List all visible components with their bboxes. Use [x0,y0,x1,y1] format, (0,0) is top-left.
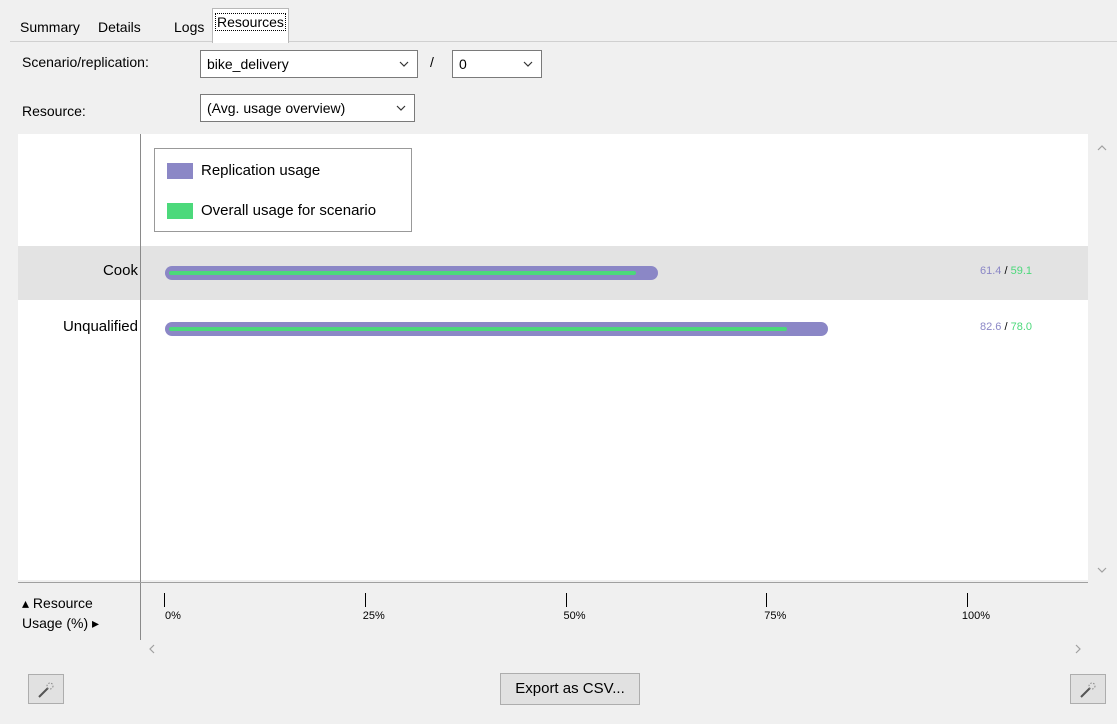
x-axis-label[interactable]: ▴ Resource Usage (%) ▸ [22,593,99,633]
scenario-select[interactable]: bike_delivery [200,50,418,78]
category-label: Cook [102,262,138,279]
bar-overall-unqualified [169,327,788,331]
export-csv-button[interactable]: Export as CSV... [500,673,640,705]
scroll-right-icon[interactable] [1074,644,1082,654]
x-tick [565,593,567,607]
resource-value: (Avg. usage overview) [207,100,346,116]
chevron-down-icon [396,105,406,111]
value-replication: 82.6 [980,321,1002,333]
x-tick-label: 0% [165,610,181,622]
chevron-down-icon [523,61,533,67]
replication-value: 0 [459,56,467,72]
x-tick-label: 75% [764,610,787,622]
value-replication: 61.4 [980,265,1002,277]
magic-wand-right-button[interactable] [1070,674,1106,704]
x-tick [364,593,366,607]
tab-resources[interactable]: Resources [212,8,289,43]
resource-label: Resource: [22,103,86,119]
magic-wand-icon [1080,682,1096,698]
scroll-down-icon[interactable] [1097,566,1107,574]
tab-divider [10,41,1117,42]
chart-x-axis-line [18,582,1088,583]
value-overall: 59.1 [1010,265,1033,277]
tab-resources-label: Resources [215,13,286,31]
legend-label-overall: Overall usage for scenario [201,202,377,219]
replication-select[interactable]: 0 [452,50,542,78]
tab-summary[interactable]: Summary [18,14,82,40]
horizontal-scrollbar[interactable] [140,640,1088,658]
x-tick [164,593,165,607]
x-tick-label: 25% [362,610,385,622]
x-tick-label: 50% [563,610,586,622]
legend-swatch-overall [167,203,193,219]
chevron-down-icon [399,61,409,67]
chart-legend: Replication usage Overall usage for scen… [154,148,412,232]
vertical-scrollbar[interactable] [1088,134,1117,580]
tab-bar: Summary Details Logs Resources [0,0,1117,43]
legend-swatch-replication [167,163,193,179]
x-axis-label-line2: Usage (%) ▸ [22,615,100,631]
tab-logs[interactable]: Logs [172,14,206,40]
scenario-value: bike_delivery [207,56,289,72]
value-label-cook: 61.4 / 59.1 [980,265,1033,277]
replication-separator: / [430,54,434,70]
x-axis-label-line1: ▴ Resource [22,595,93,611]
scroll-up-icon[interactable] [1097,144,1107,152]
x-tick [967,593,968,607]
x-tick-label: 100% [961,610,991,622]
chart-row-cook[interactable]: Cook 61.4 / 59.1 [18,246,1088,300]
tab-details[interactable]: Details [96,14,143,40]
magic-wand-icon [38,682,54,698]
scenario-label: Scenario/replication: [22,54,149,70]
value-overall: 78.0 [1010,321,1033,333]
legend-label-replication: Replication usage [201,162,321,179]
bar-overall-cook [169,271,636,275]
chart-row-unqualified[interactable]: Unqualified 82.6 / 78.0 [18,302,1088,356]
category-label: Unqualified [62,318,138,335]
x-tick [766,593,768,607]
chart-y-axis-line [140,134,141,640]
magic-wand-left-button[interactable] [28,674,64,704]
resource-select[interactable]: (Avg. usage overview) [200,94,415,122]
scroll-left-icon[interactable] [148,644,156,654]
value-label-unqualified: 82.6 / 78.0 [980,321,1033,333]
